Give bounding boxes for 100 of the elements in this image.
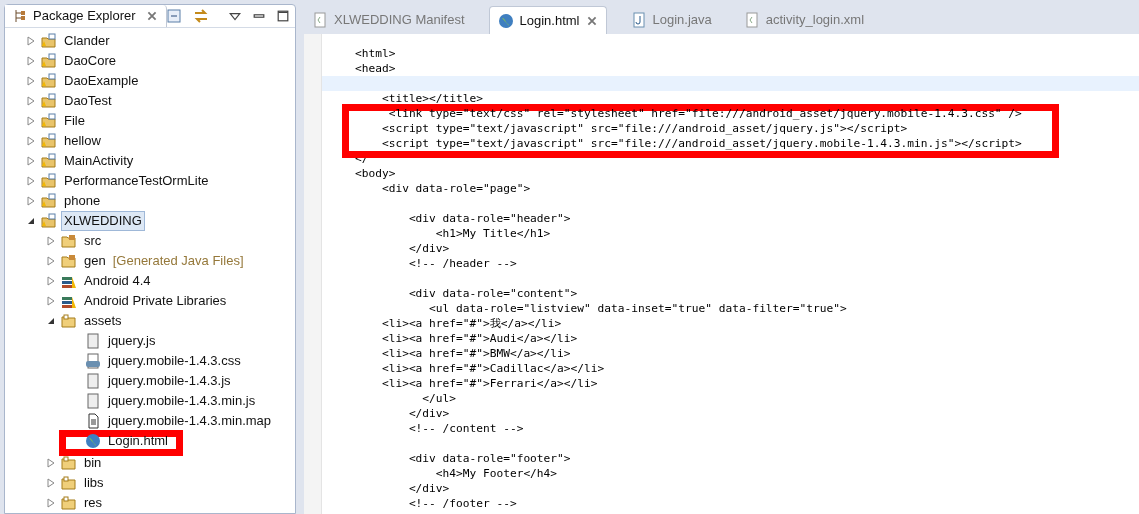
folder-icon	[61, 495, 77, 511]
editor-tab[interactable]: Login.java	[622, 6, 720, 34]
code-line: <html>	[355, 47, 396, 60]
tree-item[interactable]: Android Private Libraries	[81, 291, 230, 311]
tree-item[interactable]: DaoCore	[61, 51, 120, 71]
tree-item[interactable]: File	[61, 111, 88, 131]
folder-icon	[61, 313, 77, 329]
tree-item[interactable]: assets	[81, 311, 125, 331]
java-file-icon	[630, 12, 647, 28]
tree-item[interactable]: gen	[81, 251, 109, 271]
tree-item[interactable]: MainActivity	[61, 151, 137, 171]
tree-item[interactable]: jquery.mobile-1.4.3.min.map	[105, 411, 275, 431]
collapsed-arrow-icon[interactable]	[27, 96, 35, 106]
xml-file-icon	[312, 12, 328, 28]
project-folder-icon	[41, 153, 57, 169]
code-line: <li><a href="#">Audi</a></li>	[380, 332, 578, 345]
view-menu-icon[interactable]	[228, 10, 241, 22]
collapsed-arrow-icon[interactable]	[27, 36, 35, 46]
code-line: <script type="text/javascript" src="file:///android_asset/jquery.js"></script>	[380, 122, 908, 135]
tree-item[interactable]: Login.html	[105, 431, 171, 451]
package-folder-icon	[61, 233, 77, 249]
code-line: <title></title>	[380, 92, 483, 105]
editor-tab[interactable]: activity_login.xml	[735, 6, 873, 34]
collapsed-arrow-icon[interactable]	[27, 176, 35, 186]
globe-icon	[497, 12, 514, 29]
project-folder-icon	[41, 173, 57, 189]
collapsed-arrow-icon[interactable]	[47, 296, 55, 306]
project-folder-icon	[41, 133, 57, 149]
link-editor-icon[interactable]	[192, 8, 209, 24]
project-folder-icon	[41, 93, 57, 109]
code-line: <li><a href="#">我</a></li>	[380, 317, 562, 330]
tab-title: Package Explorer	[33, 7, 136, 26]
explorer-tab[interactable]: Package Explorer	[5, 5, 167, 27]
project-folder-icon	[41, 73, 57, 89]
css-file-icon	[85, 353, 101, 369]
code-editor[interactable]	[304, 34, 1139, 514]
code-line: <!-- /content -->	[407, 422, 524, 435]
code-line: <ul data-role="listview" data-inset="true" data-filter="true">	[428, 302, 847, 315]
collapsed-arrow-icon[interactable]	[27, 156, 35, 166]
package-folder-icon	[61, 253, 77, 269]
tree-item[interactable]: Android 4.4	[81, 271, 154, 291]
tree-item[interactable]: jquery.mobile-1.4.3.css	[105, 351, 244, 371]
collapsed-arrow-icon[interactable]	[47, 458, 55, 468]
tree-item[interactable]: bin	[81, 453, 105, 473]
tree-item[interactable]: DaoTest	[61, 91, 115, 111]
collapsed-arrow-icon[interactable]	[47, 256, 55, 266]
code-line: <link type="text/css" rel="stylesheet" href="file:///android_asset/jquery.mobile-1.4.3.css" />	[387, 107, 1022, 120]
collapsed-arrow-icon[interactable]	[27, 136, 35, 146]
expanded-arrow-icon[interactable]	[47, 317, 55, 325]
tree-item[interactable]: res	[81, 493, 106, 513]
editor-tab[interactable]: XLWEDDING Manifest	[304, 6, 473, 34]
code-line: <head>	[355, 62, 396, 75]
collapsed-arrow-icon[interactable]	[27, 196, 35, 206]
code-line: </div>	[407, 482, 450, 495]
project-folder-icon	[41, 33, 57, 49]
tree-item[interactable]: jquery.mobile-1.4.3.min.js	[105, 391, 259, 411]
project-folder-icon	[41, 53, 57, 69]
tree-item[interactable]: XLWEDDING	[61, 211, 145, 231]
collapsed-arrow-icon[interactable]	[27, 56, 35, 66]
code-line: <script type="text/javascript" src="file:///android_asset/jquery.mobile-1.4.3.min.js"></script>	[380, 137, 1022, 150]
script-file-icon	[85, 333, 101, 349]
collapsed-arrow-icon[interactable]	[47, 478, 55, 488]
maximize-icon[interactable]	[276, 10, 289, 22]
script-file-icon	[85, 373, 101, 389]
tree-item[interactable]: jquery.js	[105, 331, 159, 351]
collapsed-arrow-icon[interactable]	[27, 76, 35, 86]
xml-file-icon	[743, 12, 760, 28]
code-line: <h4>My Footer</h4>	[434, 467, 558, 480]
code-line: <!-- /header -->	[407, 257, 517, 270]
text-file-icon	[85, 413, 101, 429]
code-line: <h1>My Title</h1>	[434, 227, 551, 240]
code-line: <body>	[355, 167, 396, 180]
tree-item[interactable]: libs	[81, 473, 107, 493]
code-line: </ul>	[421, 392, 457, 405]
close-icon[interactable]	[145, 10, 158, 22]
collapse-all-icon[interactable]	[166, 9, 181, 23]
folder-icon	[61, 455, 77, 471]
tree-item[interactable]: DaoExample	[61, 71, 142, 91]
tree-item[interactable]: Clander	[61, 31, 113, 51]
tree-item[interactable]: jquery.mobile-1.4.3.js	[105, 371, 234, 391]
collapsed-arrow-icon[interactable]	[47, 498, 55, 508]
collapsed-arrow-icon[interactable]	[47, 276, 55, 286]
code-line: <li><a href="#">Ferrari</a></li>	[380, 377, 598, 390]
code-line: <div data-role="header">	[407, 212, 571, 225]
expanded-arrow-icon[interactable]	[27, 217, 35, 225]
close-icon[interactable]	[585, 14, 598, 27]
code-line: </div>	[407, 242, 450, 255]
editor-tab[interactable]: Login.html	[488, 6, 607, 34]
code-line: <!-- /footer -->	[407, 497, 517, 510]
collapsed-arrow-icon[interactable]	[47, 236, 55, 246]
tree-item[interactable]: hellow	[61, 131, 104, 151]
project-folder-icon	[41, 113, 57, 129]
tree-item[interactable]: src	[81, 231, 105, 251]
globe-icon	[85, 433, 101, 449]
collapsed-arrow-icon[interactable]	[27, 116, 35, 126]
code-line: <div data-role="footer">	[407, 452, 571, 465]
tree-item[interactable]: PerformanceTestOrmLite	[61, 171, 212, 191]
script-file-icon	[85, 393, 101, 409]
code-line: <li><a href="#">BMW</a></li>	[380, 347, 571, 360]
tree-item[interactable]: phone	[61, 191, 104, 211]
